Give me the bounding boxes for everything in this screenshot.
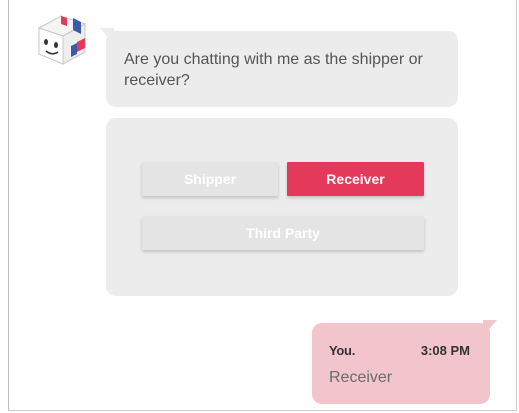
option-shipper-button[interactable]: Shipper	[142, 162, 278, 196]
user-sender-label: You.	[329, 343, 355, 358]
option-third-party-button[interactable]: Third Party	[142, 216, 424, 250]
chat-window: Are you chatting with me as the shipper …	[8, 0, 517, 411]
bubble-tail	[483, 320, 497, 336]
box-mascot-icon	[37, 15, 87, 65]
bot-avatar	[35, 12, 91, 66]
option-receiver-button[interactable]: Receiver	[287, 162, 424, 196]
message-timestamp: 3:08 PM	[420, 343, 470, 358]
bot-message-text: Are you chatting with me as the shipper …	[124, 51, 423, 89]
quick-reply-card: Shipper Receiver Third Party	[106, 118, 458, 296]
user-message-text: Receiver	[329, 369, 393, 386]
bot-message-bubble: Are you chatting with me as the shipper …	[100, 28, 458, 107]
bubble-tail	[100, 28, 114, 44]
user-message-bubble: You. 3:08 PM Receiver	[312, 320, 497, 404]
